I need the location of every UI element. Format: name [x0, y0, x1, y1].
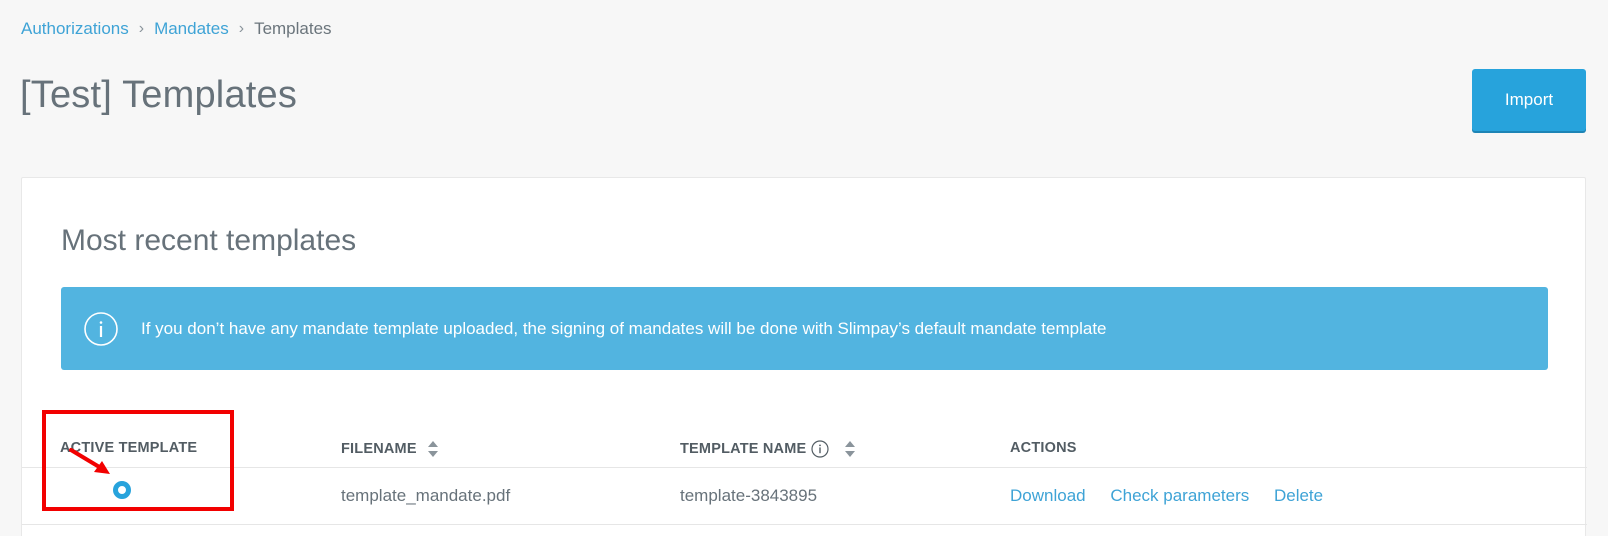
card-title: Most recent templates [61, 224, 357, 257]
column-template-name[interactable]: TEMPLATE NAME [680, 440, 856, 458]
cell-filename: template_mandate.pdf [341, 486, 511, 505]
column-label: FILENAME [341, 441, 417, 457]
column-filename[interactable]: FILENAME [341, 440, 439, 458]
table-header: ACTIVE TEMPLATE FILENAME TEMPLATE NAME A… [22, 428, 1587, 468]
sort-icon[interactable] [427, 440, 439, 458]
templates-card: Most recent templates If you don’t have … [21, 177, 1587, 536]
download-link[interactable]: Download [1010, 486, 1086, 505]
cell-actions: Download Check parameters Delete [1010, 486, 1343, 506]
info-banner-text: If you don’t have any mandate template u… [141, 318, 1107, 338]
breadcrumb-current: Templates [254, 19, 332, 38]
breadcrumb-authorizations[interactable]: Authorizations [21, 19, 129, 39]
breadcrumb-separator: › [138, 20, 145, 37]
breadcrumb-separator: › [238, 20, 245, 37]
breadcrumb: Authorizations › Mandates › Templates [21, 19, 332, 39]
import-button[interactable]: Import [1472, 69, 1586, 131]
sort-icon[interactable] [844, 440, 856, 458]
annotation-arrow-icon [69, 448, 110, 474]
delete-link[interactable]: Delete [1274, 486, 1323, 505]
info-banner: If you don’t have any mandate template u… [61, 287, 1548, 370]
cell-template-name: template-3843895 [680, 486, 818, 505]
breadcrumb-mandates[interactable]: Mandates [154, 19, 229, 39]
column-label: ACTIONS [1010, 440, 1077, 456]
column-actions: ACTIONS [1010, 440, 1077, 456]
table-row: template_mandate.pdf template-3843895 Do… [22, 469, 1587, 525]
check-parameters-link[interactable]: Check parameters [1110, 486, 1249, 505]
info-small-icon[interactable] [811, 440, 829, 458]
info-icon [84, 311, 118, 346]
templates-page: Authorizations › Mandates › Templates [T… [0, 0, 1608, 536]
column-label: TEMPLATE NAME [680, 441, 807, 457]
page-title: [Test] Templates [20, 74, 298, 116]
